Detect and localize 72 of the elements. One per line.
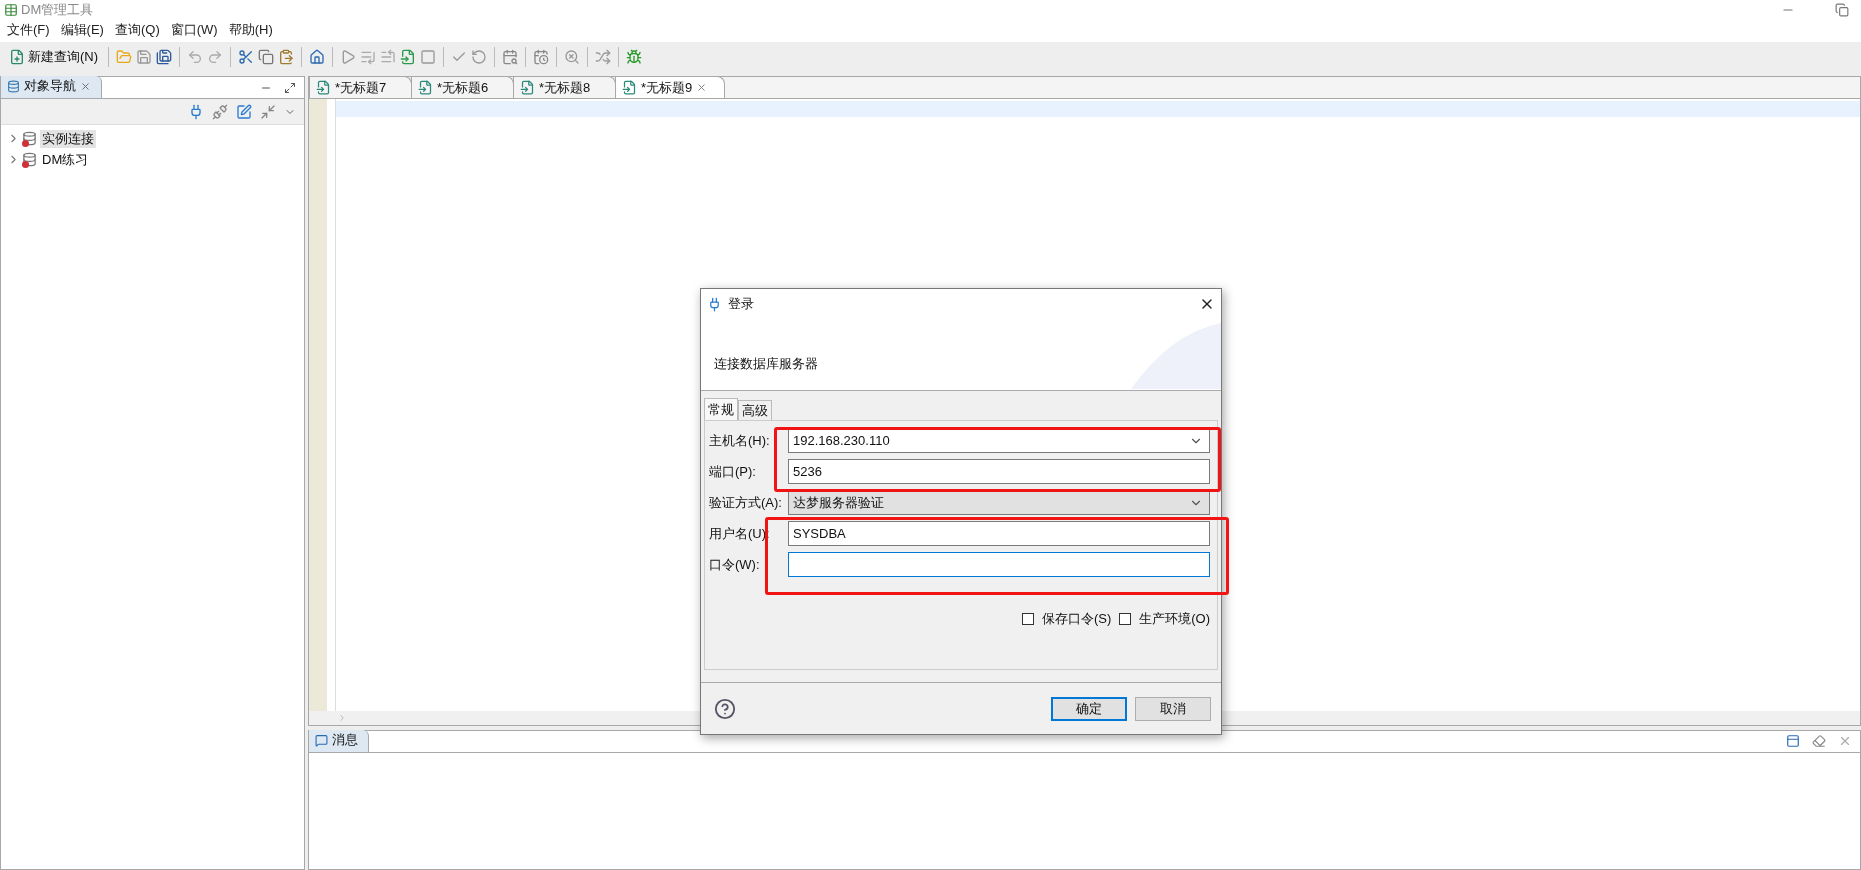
field-label: 口令(W):: [709, 555, 761, 574]
dropdown-field[interactable]: 192.168.230.110: [788, 428, 1210, 453]
scissors-icon[interactable]: [238, 49, 255, 65]
sql-file-icon: [418, 80, 433, 95]
field-label: 验证方式(A):: [709, 493, 783, 512]
input-field[interactable]: SYSDBA: [788, 521, 1210, 546]
folder-icon[interactable]: [116, 49, 133, 65]
menu-item[interactable]: 文件(F): [4, 21, 58, 39]
step-icon[interactable]: [360, 49, 377, 65]
edit-icon[interactable]: [236, 103, 252, 120]
database-icon: [22, 130, 38, 147]
calendar-search-icon[interactable]: [502, 49, 519, 65]
run-file-icon[interactable]: [400, 49, 417, 65]
tree-item[interactable]: 实例连接: [40, 129, 96, 148]
menu-item[interactable]: 编辑(E): [57, 21, 112, 39]
undo-icon[interactable]: [187, 49, 204, 65]
dialog-tab[interactable]: 常规: [704, 398, 738, 420]
cancel-button[interactable]: 取消: [1135, 696, 1211, 721]
checkbox[interactable]: [1119, 613, 1132, 625]
home-icon[interactable]: [309, 49, 326, 65]
editor-tab[interactable]: *无标题8: [513, 76, 616, 98]
menu-item[interactable]: 窗口(W): [167, 21, 226, 39]
new-query-button[interactable]: 新建查询(N): [6, 46, 102, 68]
play-icon[interactable]: [340, 49, 357, 65]
checkbox[interactable]: [1021, 613, 1034, 625]
dialog-subtitle: 连接数据库服务器: [714, 355, 818, 373]
plug-icon[interactable]: [188, 103, 204, 120]
unplug-icon[interactable]: [212, 103, 228, 120]
bug-icon[interactable]: [626, 49, 643, 65]
editor-tab[interactable]: *无标题6: [411, 76, 514, 98]
dropdown-field[interactable]: 达梦服务器验证: [788, 490, 1210, 515]
field-label: 主机名(H):: [709, 431, 771, 450]
collapse-icon[interactable]: [260, 103, 276, 120]
input-field[interactable]: [788, 552, 1210, 577]
clear-icon[interactable]: [1812, 734, 1826, 748]
menu-item[interactable]: 查询(Q): [111, 21, 168, 39]
sql-file-icon: [622, 80, 637, 95]
field-label: 端口(P):: [709, 462, 757, 481]
message-icon: [315, 733, 328, 747]
rollback-icon[interactable]: [471, 49, 488, 65]
menu-item[interactable]: 帮助(H): [225, 21, 281, 39]
copy-icon[interactable]: [258, 49, 275, 65]
dialog-title: 登录: [728, 295, 754, 313]
checkbox-label: 生产环境(O): [1139, 610, 1210, 628]
maximize-icon[interactable]: [284, 82, 296, 94]
database-icon: [22, 151, 38, 168]
editor-tab[interactable]: *无标题9: [615, 76, 725, 98]
shuffle-icon[interactable]: [595, 49, 612, 65]
window-title: DM管理工具: [21, 1, 94, 19]
help-icon[interactable]: [714, 697, 736, 720]
calendar-clock-icon[interactable]: [533, 49, 550, 65]
app-icon: [4, 3, 18, 17]
file-plus-icon: [9, 49, 25, 65]
ok-button[interactable]: 确定: [1051, 696, 1127, 721]
tree-item[interactable]: DM练习: [40, 150, 91, 169]
sql-file-icon: [520, 80, 535, 95]
paste-icon[interactable]: [278, 49, 295, 65]
editor-tab[interactable]: *无标题7: [309, 76, 412, 98]
redo-icon[interactable]: [207, 49, 224, 65]
plug-icon: [707, 296, 722, 312]
view-icon[interactable]: [1786, 734, 1800, 748]
search-icon[interactable]: [564, 49, 581, 65]
navigator-icon: [7, 79, 20, 93]
sql-file-icon: [316, 80, 331, 95]
dialog-tab[interactable]: 高级: [738, 400, 772, 420]
input-field[interactable]: 5236: [788, 459, 1210, 484]
save-all-icon[interactable]: [156, 49, 173, 65]
save-icon[interactable]: [136, 49, 153, 65]
restore-icon[interactable]: [1835, 3, 1849, 17]
checkbox-label: 保存口令(S): [1041, 610, 1112, 628]
stop-icon[interactable]: [420, 49, 437, 65]
list-icon[interactable]: [380, 49, 397, 65]
